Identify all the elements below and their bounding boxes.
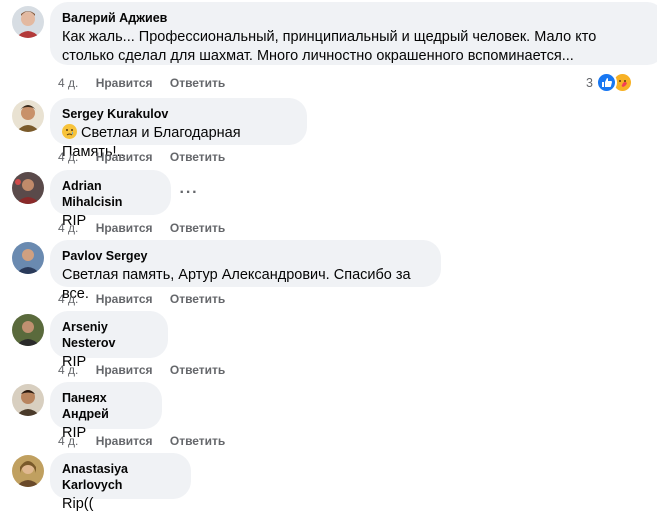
avatar[interactable] <box>12 455 44 487</box>
avatar[interactable] <box>12 242 44 274</box>
like-button[interactable]: Нравится <box>96 75 153 91</box>
like-button[interactable]: Нравится <box>96 149 153 165</box>
crying-face-icon <box>62 124 77 139</box>
comment-time[interactable]: 4 д. <box>58 362 78 378</box>
avatar[interactable] <box>12 384 44 416</box>
comment-bubble: Sergey Kurakulov Светлая и Благодарная П… <box>50 98 307 160</box>
avatar[interactable] <box>12 314 44 346</box>
comment-bubble: Панеях Андрей RIP <box>50 382 162 441</box>
comment-bubble: Валерий Аджиев Как жаль... Профессиональ… <box>50 2 657 65</box>
comment-author[interactable]: Pavlov Sergey <box>62 248 429 264</box>
comment-bubble: Anastasiya Karlovych Rip(( <box>50 453 191 512</box>
like-button[interactable]: Нравится <box>96 362 153 378</box>
comment-actions: 4 д. Нравится Ответить <box>58 75 239 91</box>
avatar[interactable] <box>12 6 44 38</box>
like-button[interactable]: Нравится <box>96 433 153 449</box>
like-reaction-icon <box>596 72 617 93</box>
comment-actions: 4 д. Нравится Ответить <box>58 362 239 378</box>
comment-actions: 4 д. Нравится Ответить <box>58 433 239 449</box>
comment-author[interactable]: Валерий Аджиев <box>62 10 653 26</box>
reaction-summary[interactable]: 3 <box>586 72 633 93</box>
like-button[interactable]: Нравится <box>96 291 153 307</box>
comment-actions: 4 д. Нравится Ответить <box>58 220 239 236</box>
comment-actions: 4 д. Нравится Ответить <box>58 149 239 165</box>
comment-time[interactable]: 4 д. <box>58 433 78 449</box>
comment-time[interactable]: 4 д. <box>58 149 78 165</box>
comment-bubble: Pavlov Sergey Светлая память, Артур Алек… <box>50 240 441 302</box>
avatar[interactable] <box>12 172 44 204</box>
like-button[interactable]: Нравится <box>96 220 153 236</box>
reply-button[interactable]: Ответить <box>170 220 225 236</box>
reaction-count: 3 <box>586 75 593 90</box>
comment-author[interactable]: Панеях Андрей <box>62 390 150 422</box>
reply-button[interactable]: Ответить <box>170 362 225 378</box>
comment-text: Как жаль... Профессиональный, принципиал… <box>62 29 597 64</box>
comment-time[interactable]: 4 д. <box>58 75 78 91</box>
comment-time[interactable]: 4 д. <box>58 220 78 236</box>
comment-author[interactable]: Anastasiya Karlovych <box>62 461 179 493</box>
comment-bubble: Adrian Mihalcisin RIP <box>50 170 171 229</box>
comment-actions: 4 д. Нравится Ответить <box>58 291 239 307</box>
reply-button[interactable]: Ответить <box>170 149 225 165</box>
comment-author[interactable]: Sergey Kurakulov <box>62 106 295 122</box>
more-options-icon[interactable]: ··· <box>176 185 202 208</box>
reply-button[interactable]: Ответить <box>170 291 225 307</box>
avatar[interactable] <box>12 100 44 132</box>
comment-author[interactable]: Arseniy Nesterov <box>62 319 156 351</box>
comment-time[interactable]: 4 д. <box>58 291 78 307</box>
comment-text: Rip(( <box>62 496 94 512</box>
comment-bubble: Arseniy Nesterov RIP <box>50 311 168 370</box>
reply-button[interactable]: Ответить <box>170 433 225 449</box>
reply-button[interactable]: Ответить <box>170 75 225 91</box>
comment-author[interactable]: Adrian Mihalcisin <box>62 178 159 210</box>
